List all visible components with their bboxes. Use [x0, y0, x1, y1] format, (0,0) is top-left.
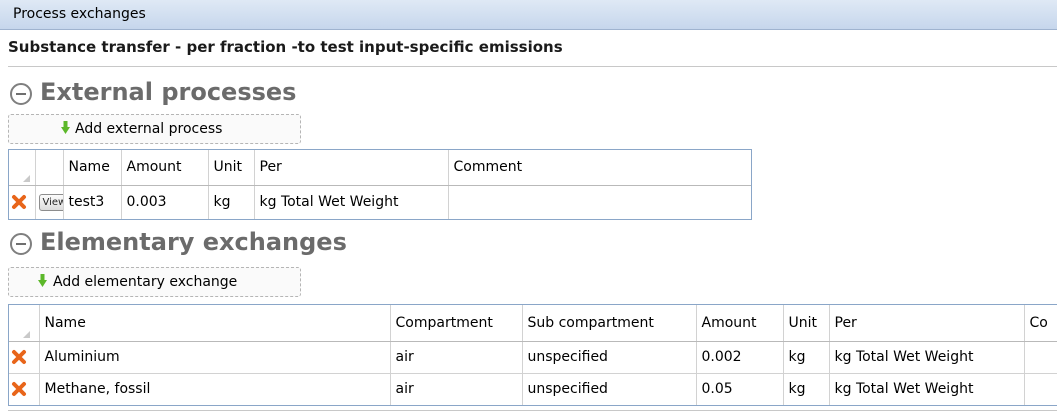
unit-cell[interactable]: kg	[783, 373, 830, 405]
compartment-cell[interactable]: air	[390, 341, 523, 374]
delete-cell	[9, 341, 40, 374]
amount-cell[interactable]: 0.003	[121, 185, 209, 219]
column-header-name[interactable]: Name	[63, 150, 122, 186]
elementary-exchanges-grid: Name Compartment Sub compartment Amount …	[8, 304, 1057, 406]
header-row: Name Compartment Sub compartment Amount …	[9, 305, 1057, 342]
sub-compartment-cell[interactable]: unspecified	[522, 373, 697, 405]
view-button[interactable]: View	[38, 193, 62, 211]
column-header-per[interactable]: Per	[829, 305, 1025, 342]
add-elementary-exchange-label: Add elementary exchange	[53, 274, 238, 290]
external-processes-header: External processes	[10, 78, 410, 110]
add-elementary-exchange-button[interactable]: Add elementary exchange	[8, 267, 301, 297]
external-processes-grid: Name Amount Unit Per Comment View test3 …	[8, 149, 752, 220]
column-header-amount[interactable]: Amount	[696, 305, 784, 342]
delete-cell	[9, 373, 40, 405]
sub-compartment-cell[interactable]: unspecified	[522, 341, 697, 374]
amount-cell[interactable]: 0.05	[696, 373, 784, 405]
add-external-process-button[interactable]: Add external process	[8, 114, 301, 144]
name-cell[interactable]: Methane, fossil	[39, 373, 391, 405]
column-header-amount[interactable]: Amount	[121, 150, 209, 186]
column-header-unit[interactable]: Unit	[208, 150, 255, 186]
collapse-icon[interactable]	[10, 233, 32, 255]
name-cell[interactable]: Aluminium	[39, 341, 391, 374]
unit-cell[interactable]: kg	[208, 185, 255, 219]
table-row[interactable]: Aluminium air unspecified 0.002 kg kg To…	[9, 341, 1057, 374]
comment-cell[interactable]	[1024, 373, 1057, 405]
compartment-cell[interactable]: air	[390, 373, 523, 405]
view-cell: View	[35, 185, 64, 219]
delete-cell	[9, 185, 36, 219]
elementary-exchanges-header: Elementary exchanges	[10, 228, 410, 260]
column-header-per[interactable]: Per	[254, 150, 449, 186]
select-all-corner[interactable]	[9, 150, 36, 186]
external-processes-title: External processes	[40, 78, 297, 106]
select-all-corner[interactable]	[9, 305, 40, 342]
column-header-comment[interactable]: Co	[1024, 305, 1057, 342]
comment-cell[interactable]	[1024, 341, 1057, 374]
comment-cell[interactable]	[448, 185, 751, 219]
amount-cell[interactable]: 0.002	[696, 341, 784, 374]
table-row[interactable]: View test3 0.003 kg kg Total Wet Weight	[9, 185, 751, 219]
collapse-icon[interactable]	[10, 83, 32, 105]
elementary-exchanges-title: Elementary exchanges	[40, 228, 347, 256]
name-cell[interactable]: test3	[63, 185, 122, 219]
process-name: Substance transfer - per fraction -to te…	[8, 38, 563, 56]
per-cell[interactable]: kg Total Wet Weight	[829, 341, 1025, 374]
arrow-down-icon	[61, 121, 70, 134]
per-cell[interactable]: kg Total Wet Weight	[829, 373, 1025, 405]
add-external-process-label: Add external process	[75, 121, 223, 137]
column-header-comment[interactable]: Comment	[448, 150, 751, 186]
column-header-sub-compartment[interactable]: Sub compartment	[522, 305, 697, 342]
delete-icon[interactable]	[11, 349, 27, 365]
column-header[interactable]	[35, 150, 64, 186]
header-row: Name Amount Unit Per Comment	[9, 150, 751, 186]
window-title-bar: Process exchanges	[0, 0, 1057, 30]
delete-icon[interactable]	[11, 381, 27, 397]
window-title: Process exchanges	[13, 6, 146, 22]
table-row[interactable]: Methane, fossil air unspecified 0.05 kg …	[9, 373, 1057, 405]
divider	[8, 66, 1057, 67]
delete-icon[interactable]	[11, 194, 27, 210]
column-header-compartment[interactable]: Compartment	[390, 305, 523, 342]
divider	[8, 410, 1057, 411]
arrow-down-icon	[38, 274, 47, 287]
per-cell[interactable]: kg Total Wet Weight	[254, 185, 449, 219]
unit-cell[interactable]: kg	[783, 341, 830, 374]
column-header-unit[interactable]: Unit	[783, 305, 830, 342]
column-header-name[interactable]: Name	[39, 305, 391, 342]
